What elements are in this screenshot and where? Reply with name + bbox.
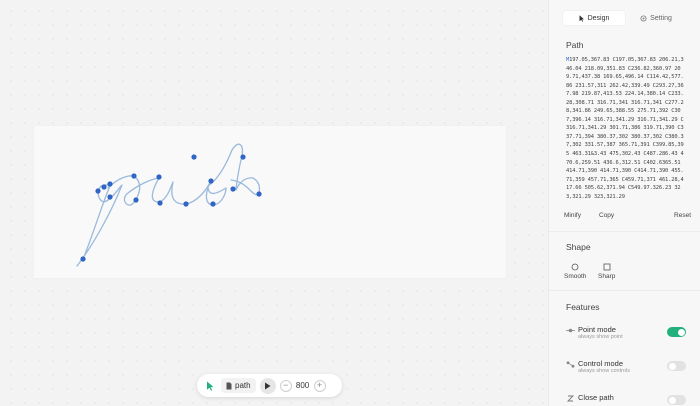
path-data-text[interactable]: M197.05,367.83 C197.05,367.83 206.21,346…	[566, 56, 686, 201]
tab-setting[interactable]: Setting	[625, 11, 687, 25]
close-path-icon	[566, 395, 575, 402]
path-curve[interactable]	[76, 143, 261, 267]
canvas[interactable]	[0, 0, 548, 406]
shape-section-title: Shape	[566, 242, 591, 252]
anchor-point[interactable]	[157, 200, 163, 206]
minify-button[interactable]: Minify	[564, 212, 581, 219]
path-drawing[interactable]	[0, 0, 548, 406]
circle-icon	[571, 263, 579, 271]
feature-point-mode: Point mode always show point	[566, 325, 688, 347]
path-string: 197.05,367.83 C197.05,367.83 206.21,346.…	[566, 57, 684, 200]
gear-icon	[640, 15, 647, 21]
feature-close-path: Close path	[566, 393, 688, 406]
file-icon	[226, 382, 232, 389]
point-mode-toggle[interactable]	[667, 327, 686, 337]
features-section-title: Features	[566, 302, 600, 312]
copy-button[interactable]: Copy	[599, 212, 614, 219]
design-panel: Design Setting Path M197.05,367.83 C197.…	[548, 0, 700, 406]
shape-smooth-label: Smooth	[564, 273, 587, 280]
anchor-point[interactable]	[101, 184, 107, 190]
file-chip[interactable]: path	[221, 378, 256, 393]
square-icon	[603, 263, 611, 271]
anchor-point[interactable]	[107, 181, 113, 187]
anchor-point[interactable]	[107, 194, 113, 200]
anchor-point[interactable]	[95, 188, 101, 194]
cursor-icon	[579, 14, 584, 22]
anchor-point[interactable]	[80, 256, 86, 262]
tab-setting-label: Setting	[650, 14, 672, 22]
point-mode-icon	[566, 328, 575, 333]
feature-title: Control mode	[578, 359, 624, 368]
zoom-level: 800	[295, 381, 310, 390]
anchor-point[interactable]	[240, 154, 246, 160]
anchor-point[interactable]	[133, 197, 139, 203]
shape-sharp-label: Sharp	[598, 273, 616, 280]
zoom-out-button[interactable]: −	[279, 379, 292, 392]
control-mode-toggle[interactable]	[667, 361, 686, 371]
anchor-point[interactable]	[208, 178, 214, 184]
play-icon	[265, 382, 271, 389]
shape-smooth-option[interactable]: Smooth	[564, 263, 586, 280]
bottom-toolbar: path − 800 +	[197, 374, 342, 397]
reset-button[interactable]: Reset	[674, 212, 691, 219]
anchor-point[interactable]	[256, 191, 262, 197]
feature-subtitle: always show point	[578, 334, 623, 340]
path-actions: Minify Copy Reset	[564, 212, 691, 221]
play-button[interactable]	[259, 377, 276, 394]
anchor-point[interactable]	[131, 173, 137, 179]
close-path-toggle[interactable]	[667, 395, 686, 405]
anchor-point[interactable]	[191, 154, 197, 160]
anchor-points	[80, 154, 262, 262]
path-section-title: Path	[566, 40, 584, 50]
file-name: path	[235, 381, 251, 390]
zoom-in-button[interactable]: +	[313, 379, 326, 392]
anchor-point[interactable]	[230, 186, 236, 192]
shape-sharp-option[interactable]: Sharp	[598, 263, 615, 280]
divider	[549, 290, 700, 291]
control-mode-icon	[566, 361, 575, 368]
pointer-tool-icon[interactable]	[203, 379, 217, 393]
divider	[549, 231, 700, 232]
feature-control-mode: Control mode always show controls	[566, 359, 688, 381]
panel-tabs: Design Setting	[563, 11, 687, 25]
anchor-point[interactable]	[183, 201, 189, 207]
feature-subtitle: always show controls	[578, 368, 630, 374]
tab-design[interactable]: Design	[563, 11, 625, 25]
feature-title: Close path	[578, 393, 614, 402]
feature-title: Point mode	[578, 325, 616, 334]
tab-design-label: Design	[587, 14, 610, 22]
anchor-point[interactable]	[210, 201, 216, 207]
anchor-point[interactable]	[156, 174, 162, 180]
